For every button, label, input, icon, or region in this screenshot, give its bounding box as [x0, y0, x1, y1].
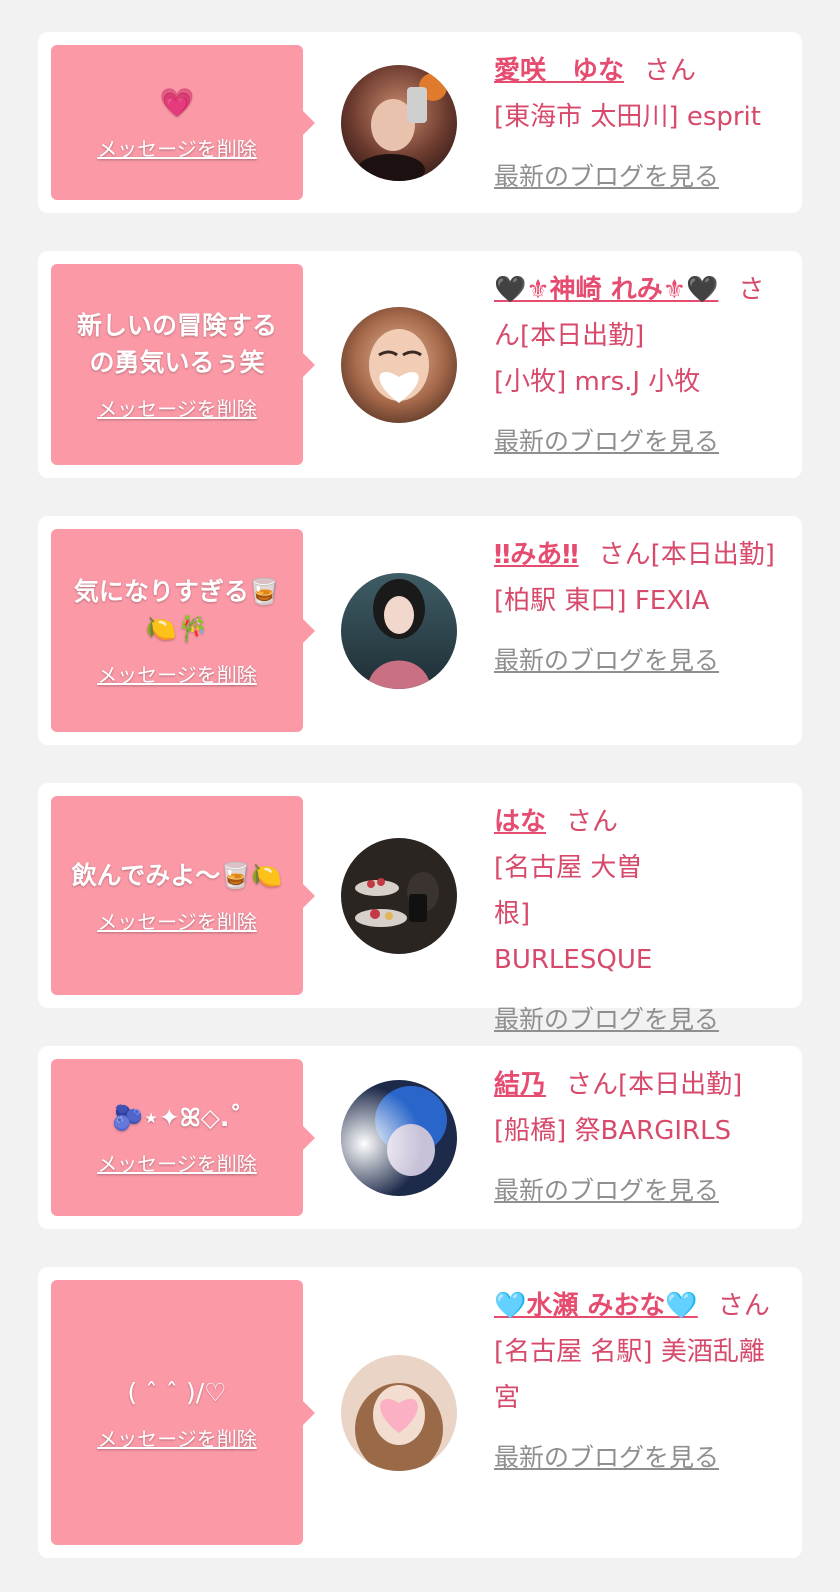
girl-info: はな さん [名古屋 大曽根] BURLESQUE 最新のブログを見る — [494, 799, 780, 1043]
message-text: 飲んでみよ～🥃🍋 — [71, 860, 283, 890]
status-label: [本日出勤] — [618, 1070, 743, 1100]
message-bubble: 新しいの冒険するの勇気いるぅ笑 メッセージを削除 — [51, 264, 315, 465]
message-list: 💗 メッセージを削除 愛咲 ゆな さん [東海市 太田川] esprit 最新のブ… — [0, 0, 840, 1592]
honorific: さん — [566, 1070, 619, 1100]
message-card: 飲んでみよ～🥃🍋 メッセージを削除 はな さん [名古屋 大曽根] BURLESQ… — [38, 783, 802, 1034]
avatar[interactable] — [341, 837, 457, 954]
message-bubble: 🫐⋆✦ꕤ◇.˚ メッセージを削除 — [51, 1059, 315, 1216]
shop-label: [小牧] mrs.J 小牧 — [494, 367, 701, 397]
name-row: ‼みあ‼ さん[本日出勤] — [494, 532, 780, 578]
message-card: ( ˆ ˆ )/♡ メッセージを削除 🩵水瀬 みおな🩵 さん [名古屋 名駅] 美… — [38, 1267, 802, 1558]
name-row: 結乃 さん[本日出勤] — [494, 1062, 780, 1108]
honorific: さん — [717, 1291, 770, 1321]
delete-message-link[interactable]: メッセージを削除 — [97, 393, 257, 422]
delete-message-link[interactable]: メッセージを削除 — [97, 1148, 257, 1177]
delete-message-link[interactable]: メッセージを削除 — [97, 659, 257, 688]
message-card: 新しいの冒険するの勇気いるぅ笑 メッセージを削除 🖤⚜神崎 れみ⚜🖤 さん[本日出… — [38, 251, 802, 478]
shop-label: [船橋] 祭BARGIRLS — [494, 1116, 732, 1146]
girl-info: 愛咲 ゆな さん [東海市 太田川] esprit 最新のブログを見る — [494, 48, 780, 200]
message-text: 新しいの冒険するの勇気いるぅ笑 — [76, 311, 277, 377]
message-card: 🫐⋆✦ꕤ◇.˚ メッセージを削除 結乃 さん[本日出勤] [船橋] 祭BARGIR… — [38, 1046, 802, 1229]
name-row: はな さん — [494, 799, 780, 845]
girl-info: 🩵水瀬 みおな🩵 さん [名古屋 名駅] 美酒乱離宮 最新のブログを見る — [494, 1283, 780, 1481]
latest-blog-link[interactable]: 最新のブログを見る — [494, 638, 719, 684]
honorific: さん — [598, 540, 651, 570]
message-bubble: 飲んでみよ～🥃🍋 メッセージを削除 — [51, 796, 315, 995]
message-card: 💗 メッセージを削除 愛咲 ゆな さん [東海市 太田川] esprit 最新のブ… — [38, 32, 802, 213]
avatar[interactable] — [341, 1354, 457, 1471]
girl-info: 🖤⚜神崎 れみ⚜🖤 さん[本日出勤] [小牧] mrs.J 小牧 最新のブログを見… — [494, 267, 780, 465]
message-card: 気になりすぎる🥃🍋🎋 メッセージを削除 ‼みあ‼ さん[本日出勤] [柏駅 東口]… — [38, 516, 802, 745]
girl-name-link[interactable]: はな — [494, 807, 546, 837]
honorific: さん — [566, 807, 619, 837]
latest-blog-link[interactable]: 最新のブログを見る — [494, 154, 719, 200]
girl-name-link[interactable]: 愛咲 ゆな — [494, 56, 624, 86]
avatar[interactable] — [341, 572, 457, 689]
shop-label: [柏駅 東口] FEXIA — [494, 586, 710, 616]
shop-label: [名古屋 大曽根] BURLESQUE — [494, 853, 653, 975]
shop-label: [東海市 太田川] esprit — [494, 102, 761, 132]
name-row: 愛咲 ゆな さん — [494, 48, 780, 94]
delete-message-link[interactable]: メッセージを削除 — [97, 1423, 257, 1452]
girl-info: ‼みあ‼ さん[本日出勤] [柏駅 東口] FEXIA 最新のブログを見る — [494, 532, 780, 684]
status-label: [本日出勤] — [520, 321, 645, 351]
message-bubble: 💗 メッセージを削除 — [51, 45, 315, 200]
delete-message-link[interactable]: メッセージを削除 — [97, 133, 257, 162]
message-text: ( ˆ ˆ )/♡ — [127, 1377, 227, 1407]
message-text: 気になりすぎる🥃🍋🎋 — [73, 577, 281, 643]
avatar[interactable] — [341, 64, 457, 181]
girl-info: 結乃 さん[本日出勤] [船橋] 祭BARGIRLS 最新のブログを見る — [494, 1062, 780, 1214]
status-label: [本日出勤] — [650, 540, 775, 570]
message-text: 🫐⋆✦ꕤ◇.˚ — [112, 1102, 242, 1132]
latest-blog-link[interactable]: 最新のブログを見る — [494, 1168, 719, 1214]
message-bubble: ( ˆ ˆ )/♡ メッセージを削除 — [51, 1280, 315, 1545]
shop-label: [名古屋 名駅] 美酒乱離宮 — [494, 1337, 765, 1413]
latest-blog-link[interactable]: 最新のブログを見る — [494, 997, 719, 1043]
girl-name-link[interactable]: ‼みあ‼ — [494, 540, 579, 570]
girl-name-link[interactable]: 🖤⚜神崎 れみ⚜🖤 — [494, 275, 718, 305]
name-row: 🩵水瀬 みおな🩵 さん — [494, 1283, 780, 1329]
girl-name-link[interactable]: 結乃 — [494, 1070, 546, 1100]
latest-blog-link[interactable]: 最新のブログを見る — [494, 1435, 719, 1481]
girl-name-link[interactable]: 🩵水瀬 みおな🩵 — [494, 1291, 698, 1321]
name-row: 🖤⚜神崎 れみ⚜🖤 さん[本日出勤] — [494, 267, 780, 359]
delete-message-link[interactable]: メッセージを削除 — [97, 906, 257, 935]
honorific: さん — [644, 56, 697, 86]
message-text: 💗 — [159, 85, 195, 119]
latest-blog-link[interactable]: 最新のブログを見る — [494, 419, 719, 465]
message-bubble: 気になりすぎる🥃🍋🎋 メッセージを削除 — [51, 529, 315, 732]
avatar[interactable] — [341, 1079, 457, 1196]
avatar[interactable] — [341, 306, 457, 423]
